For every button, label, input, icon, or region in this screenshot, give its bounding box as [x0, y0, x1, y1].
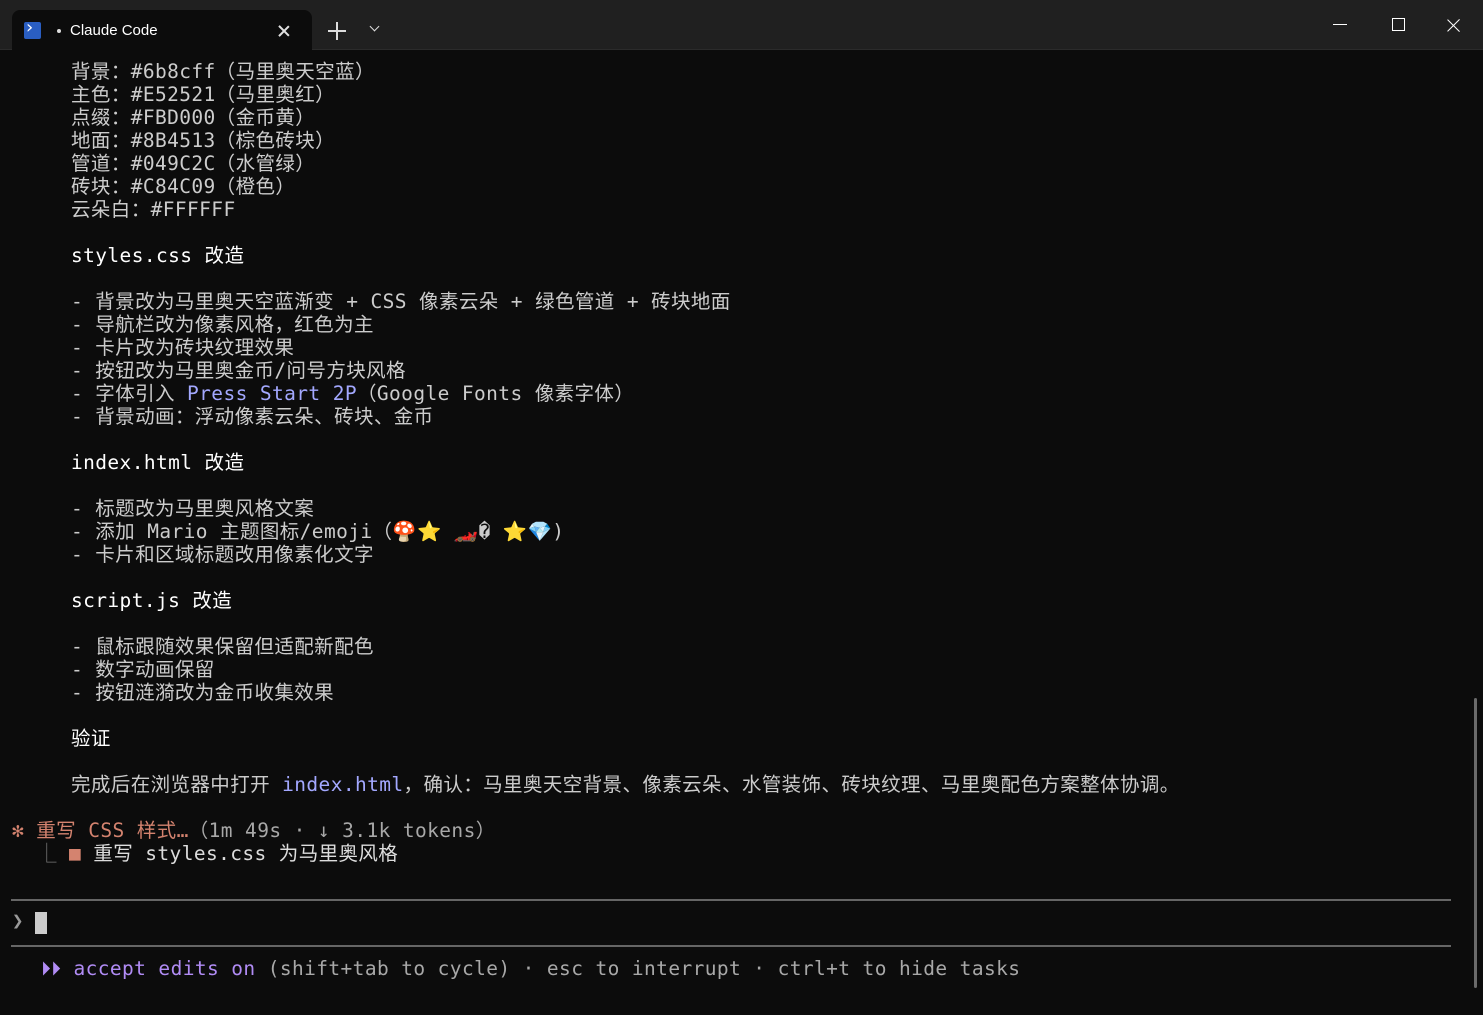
spinner-icon: ✻	[12, 819, 25, 842]
tab-close-icon[interactable]	[276, 23, 292, 39]
color-ground-line: 地面：#8B4513（棕色砖块）	[71, 129, 336, 152]
tree-branch-icon: ⎿	[37, 842, 57, 865]
list-item-text: （Google Fonts 像素字体）	[357, 382, 635, 405]
new-tab-plus-icon[interactable]	[326, 20, 348, 42]
footer-hint-text: (shift+tab to cycle) · esc to interrupt …	[255, 957, 1021, 980]
status-label: 重写 CSS 样式…	[36, 819, 189, 842]
list-item: - 数字动画保留	[71, 658, 215, 681]
list-item: - 卡片改为砖块纹理效果	[71, 336, 295, 359]
footer-hint: ⏵⏵ accept edits on (shift+tab to cycle) …	[41, 957, 1020, 980]
color-brick-line: 砖块：#C84C09（橙色）	[71, 175, 296, 198]
fast-forward-icon: ⏵⏵	[41, 957, 62, 980]
color-cloud-line: 云朵白：#FFFFFF	[71, 198, 236, 221]
prompt-chevron-icon: ❯	[12, 910, 24, 932]
list-item: - 标题改为马里奥风格文案	[71, 497, 315, 520]
section-heading-verify: 验证	[71, 727, 111, 750]
section-heading-js: script.js 改造	[71, 589, 233, 612]
prompt-input[interactable]	[35, 912, 47, 934]
section-heading-css: styles.css 改造	[71, 244, 245, 267]
list-item: - 按钮改为马里奥金币/问号方块风格	[71, 359, 406, 382]
task-item: ⎿ ■ 重写 styles.css 为马里奥风格	[37, 842, 398, 865]
color-background-line: 背景：#6b8cff（马里奥天空蓝）	[71, 60, 375, 83]
index-html-link[interactable]: index.html	[282, 773, 403, 796]
divider	[11, 899, 1451, 901]
list-item: - 字体引入 Press Start 2P（Google Fonts 像素字体）	[71, 382, 634, 405]
title-bar: Claude Code	[0, 0, 1483, 51]
list-item: - 按钮涟漪改为金币收集效果	[71, 681, 335, 704]
accept-edits-mode[interactable]: accept edits on	[73, 957, 255, 980]
scrollbar[interactable]	[1474, 698, 1477, 988]
task-square-icon: ■	[69, 842, 82, 865]
verify-text-b: ，确认：马里奥天空背景、像素云朵、水管装饰、砖块纹理、马里奥配色方案整体协调。	[403, 773, 1180, 796]
list-item: - 背景动画：浮动像素云朵、砖块、金币	[71, 405, 434, 428]
maximize-button[interactable]	[1383, 10, 1413, 40]
font-link[interactable]: Press Start 2P	[187, 382, 357, 405]
minimize-button[interactable]	[1325, 10, 1355, 40]
color-pipe-line: 管道：#049C2C（水管绿）	[71, 152, 316, 175]
list-item: - 鼠标跟随效果保留但适配新配色	[71, 635, 374, 658]
list-item: - 背景改为马里奥天空蓝渐变 + CSS 像素云朵 + 绿色管道 + 砖块地面	[71, 290, 731, 313]
unsaved-dot-icon	[57, 28, 61, 33]
section-heading-html: index.html 改造	[71, 451, 245, 474]
status-line: ✻ 重写 CSS 样式…（1m 49s · ↓ 3.1k tokens）	[12, 819, 496, 842]
close-window-button[interactable]	[1439, 10, 1469, 40]
chevron-down-icon[interactable]	[368, 22, 382, 36]
color-primary-line: 主色：#E52521（马里奥红）	[71, 83, 336, 106]
powershell-icon	[24, 17, 41, 39]
tab-claude-code[interactable]: Claude Code	[12, 10, 312, 51]
verify-text: 完成后在浏览器中打开 index.html，确认：马里奥天空背景、像素云朵、水管…	[71, 773, 1180, 796]
list-item: - 添加 Mario 主题图标/emoji（🍄⭐ 🏎️� ⭐💎)	[71, 520, 565, 543]
status-meta: （1m 49s · ↓ 3.1k tokens）	[188, 819, 496, 842]
tab-title: Claude Code	[70, 22, 158, 39]
list-item: - 导航栏改为像素风格，红色为主	[71, 313, 374, 336]
divider	[11, 945, 1451, 947]
task-label: 重写 styles.css 为马里奥风格	[93, 842, 399, 865]
verify-text-a: 完成后在浏览器中打开	[71, 773, 283, 796]
color-accent-line: 点缀：#FBD000（金币黄）	[71, 106, 316, 129]
list-item: - 卡片和区域标题改用像素化文字	[71, 543, 374, 566]
list-item-text: - 字体引入	[71, 382, 188, 405]
